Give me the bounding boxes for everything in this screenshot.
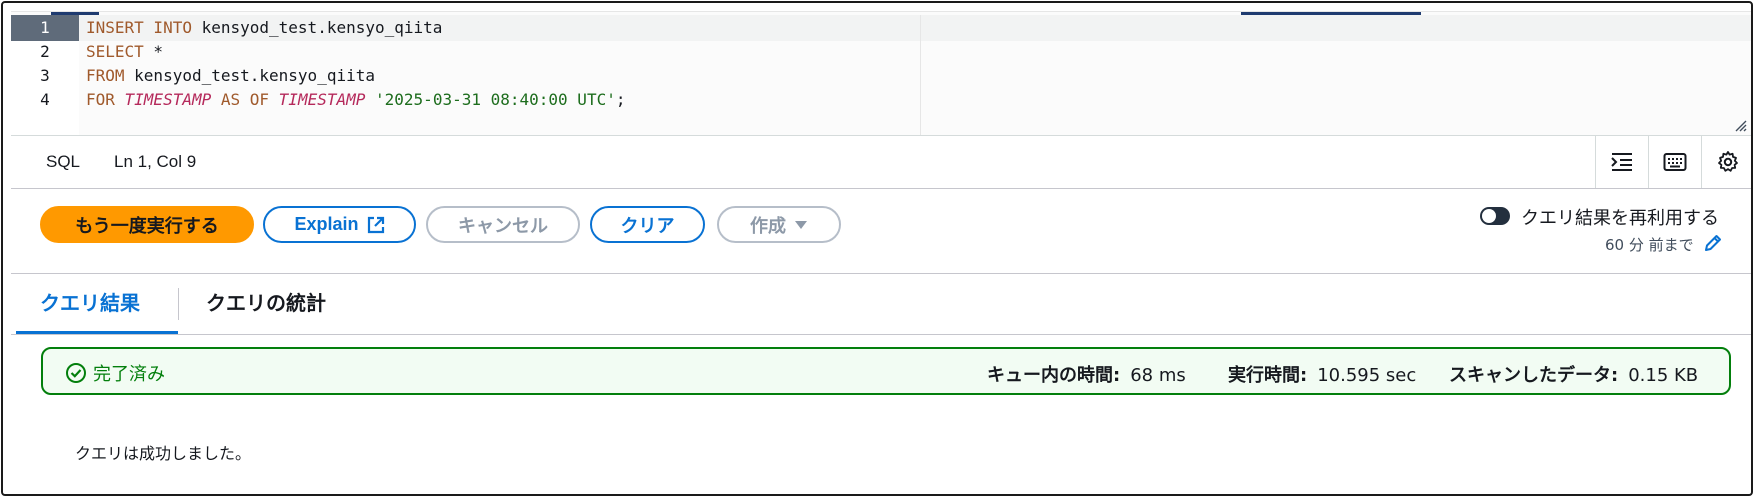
code-token: kensyod_test.kensyo_qiita	[201, 18, 443, 37]
code-token: ;	[615, 90, 626, 109]
keyboard-shortcuts-button[interactable]	[1648, 136, 1701, 188]
tab-query-results[interactable]: クエリ結果	[40, 287, 140, 316]
query-status-box: 完了済み キュー内の時間: 68 ms 実行時間: 10.595 sec スキャンし…	[41, 347, 1731, 395]
queue-time-label: キュー内の時間:	[987, 365, 1121, 386]
gear-icon	[1718, 151, 1738, 172]
indent-icon	[1611, 153, 1632, 171]
reuse-results-toggle[interactable]	[1480, 207, 1510, 225]
code-line[interactable]: SELECT *	[86, 39, 163, 65]
resize-handle-icon[interactable]	[1733, 118, 1747, 132]
check-circle-icon	[66, 363, 86, 383]
external-link-icon	[367, 216, 384, 233]
section-divider	[11, 273, 1751, 274]
code-token: SELECT	[86, 42, 144, 61]
code-line[interactable]: FROM kensyod_test.kensyo_qiita	[86, 63, 375, 89]
execution-time-metric: 実行時間: 10.595 sec	[1228, 361, 1416, 387]
code-line[interactable]: INSERT INTO kensyod_test.kensyo_qiita	[86, 15, 442, 41]
data-scanned-metric: スキャンしたデータ: 0.15 KB	[1449, 361, 1698, 387]
data-scanned-value: 0.15 KB	[1628, 365, 1699, 386]
code-token: FOR	[86, 90, 125, 109]
caret-down-icon	[795, 220, 807, 229]
clear-label: クリア	[620, 215, 675, 236]
code-token: kensyod_test.kensyo_qiita	[124, 66, 375, 85]
sql-editor[interactable]: 1 2 3 4 INSERT INTO kensyod_test.kensyo_…	[11, 11, 1751, 136]
settings-button[interactable]	[1701, 136, 1751, 188]
code-token: INSERT INTO	[86, 18, 202, 37]
pencil-icon[interactable]	[1703, 233, 1723, 253]
line-number: 1	[11, 15, 79, 41]
create-dropdown-button[interactable]: 作成	[717, 206, 841, 243]
editor-status-bar: SQL Ln 1, Col 9	[11, 135, 1751, 189]
tabs-divider	[11, 334, 1751, 335]
cursor-position: Ln 1, Col 9	[114, 152, 197, 171]
code-token: AS OF	[211, 90, 279, 109]
code-token: '2025-03-31 08:40:00 UTC'	[375, 90, 616, 109]
create-label: 作成	[750, 215, 786, 236]
explain-button[interactable]: Explain	[263, 206, 416, 243]
status-text: 完了済み	[93, 364, 165, 385]
queue-time-value: 68 ms	[1130, 365, 1186, 386]
cancel-label: キャンセル	[458, 215, 548, 236]
execution-time-value: 10.595 sec	[1317, 365, 1417, 386]
code-token: *	[143, 42, 164, 61]
run-again-button[interactable]: もう一度実行する	[40, 206, 254, 243]
execution-time-label: 実行時間:	[1228, 365, 1308, 386]
data-scanned-label: スキャンしたデータ:	[1449, 365, 1619, 386]
reuse-results-label: クエリ結果を再利用する	[1521, 208, 1719, 229]
run-again-label: もう一度実行する	[75, 215, 219, 236]
code-token: FROM	[86, 66, 125, 85]
tab-divider	[178, 288, 179, 320]
clear-button[interactable]: クリア	[590, 206, 705, 243]
result-message: クエリは成功しました。	[75, 444, 252, 463]
format-button[interactable]	[1595, 136, 1648, 188]
code-line[interactable]: FOR TIMESTAMP AS OF TIMESTAMP '2025-03-3…	[86, 87, 625, 113]
keyboard-icon	[1663, 153, 1687, 171]
explain-label: Explain	[294, 214, 359, 234]
line-number: 3	[40, 66, 50, 85]
line-number: 2	[40, 42, 50, 61]
queue-time-metric: キュー内の時間: 68 ms	[987, 361, 1186, 387]
cancel-button[interactable]: キャンセル	[426, 206, 580, 243]
line-number-gutter: 1 2 3 4	[11, 15, 79, 136]
print-margin	[920, 15, 921, 136]
language-label: SQL	[46, 152, 81, 171]
code-token: TIMESTAMP	[124, 90, 212, 109]
reuse-age-text: 60 分 前まで	[1605, 236, 1694, 254]
query-editor-panel: 1 2 3 4 INSERT INTO kensyod_test.kensyo_…	[1, 1, 1753, 496]
line-number: 4	[40, 90, 50, 109]
toggle-knob	[1482, 209, 1496, 223]
code-token: TIMESTAMP	[278, 90, 366, 109]
tab-query-stats[interactable]: クエリの統計	[206, 287, 326, 316]
